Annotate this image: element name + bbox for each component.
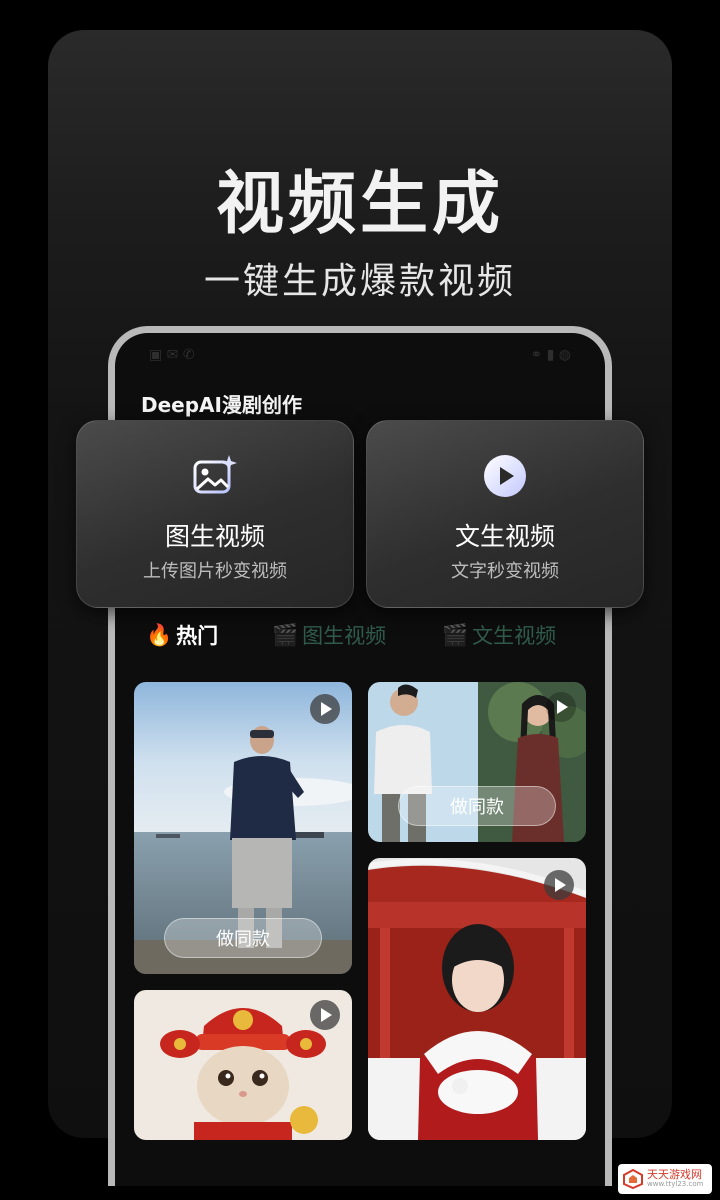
status-right-icons: ⚭ ▮ ◍ xyxy=(530,347,571,363)
play-icon xyxy=(310,694,340,724)
category-tabs: 🔥 热门 🎬 图生视频 🎬 文生视频 xyxy=(108,620,612,656)
video-card[interactable]: 做同款 xyxy=(368,682,586,842)
tab-text-to-video[interactable]: 🎬 文生视频 xyxy=(442,620,556,650)
play-icon xyxy=(544,870,574,900)
tab-label: 热门 xyxy=(176,624,219,648)
play-icon xyxy=(310,1000,340,1030)
fire-icon: 🔥 xyxy=(146,622,173,647)
feature-subtitle: 上传图片秒变视频 xyxy=(143,561,287,582)
video-card[interactable]: 做同款 xyxy=(134,682,352,974)
tab-hot[interactable]: 🔥 热门 xyxy=(146,620,218,650)
text-to-video-card[interactable]: 文生视频 文字秒变视频 xyxy=(366,420,644,608)
image-to-video-card[interactable]: 图生视频 上传图片秒变视频 xyxy=(76,420,354,608)
hero-title: 视频生成 xyxy=(215,165,504,244)
video-card[interactable] xyxy=(134,990,352,1140)
tab-label: 图生视频 xyxy=(302,624,387,648)
feature-subtitle: 文字秒变视频 xyxy=(451,561,559,582)
site-watermark: 天天游戏网 www.ttyl23.com xyxy=(618,1164,712,1194)
video-card[interactable] xyxy=(368,858,586,1140)
watermark-logo-icon xyxy=(623,1168,643,1190)
play-circle-icon xyxy=(484,455,526,497)
tab-image-to-video[interactable]: 🎬 图生视频 xyxy=(272,620,386,650)
image-sparkle-icon xyxy=(193,455,237,494)
feature-title: 文生视频 xyxy=(454,522,555,551)
clapper-icon: 🎬 xyxy=(272,622,299,647)
tab-label: 文生视频 xyxy=(472,624,557,648)
watermark-text: 天天游戏网 www.ttyl23.com xyxy=(647,1168,704,1189)
status-bar: ▣ ✉ ✆ ⚭ ▮ ◍ xyxy=(149,347,571,367)
video-thumbnail xyxy=(368,858,586,1140)
make-same-button[interactable]: 做同款 xyxy=(398,786,556,826)
status-left-icons: ▣ ✉ ✆ xyxy=(149,347,195,363)
clapper-icon: 🎬 xyxy=(442,622,469,647)
make-same-button[interactable]: 做同款 xyxy=(164,918,322,958)
hero-subtitle: 一键生成爆款视频 xyxy=(203,261,516,302)
app-title: DeepAI漫剧创作 xyxy=(141,393,302,417)
play-icon xyxy=(546,692,576,722)
feature-title: 图生视频 xyxy=(164,522,265,551)
